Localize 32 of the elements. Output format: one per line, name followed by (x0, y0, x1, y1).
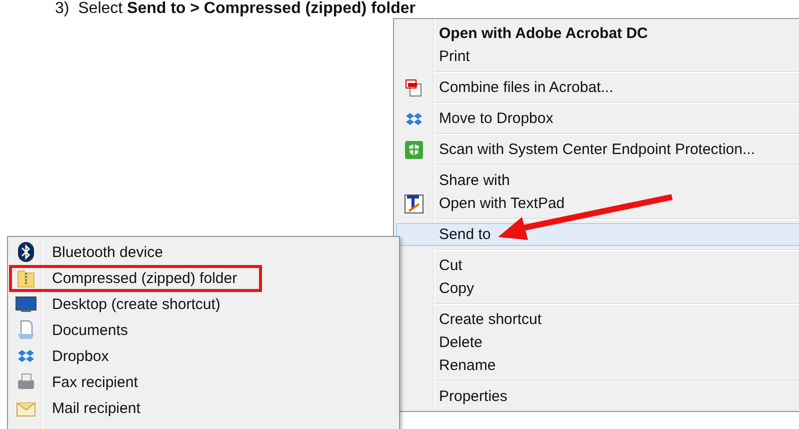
menu-item[interactable]: Move to Dropbox (396, 107, 799, 130)
submenu-item[interactable]: Compressed (zipped) folder (10, 265, 397, 291)
submenu-item[interactable]: Mail recipient (10, 395, 397, 421)
menu-item[interactable]: Scan with System Center Endpoint Protection... (396, 138, 799, 161)
menu-item[interactable]: Create shortcut (396, 308, 799, 331)
menu-item[interactable]: Combine files in Acrobat... (396, 76, 799, 99)
instruction-text: 3) Select Send to > Compressed (zipped) folder (54, 0, 416, 17)
menu-item[interactable]: Share with (396, 169, 799, 192)
menu-item[interactable]: Cut (396, 254, 799, 277)
submenu-item[interactable]: Fax recipient (10, 369, 397, 395)
submenu-item[interactable]: Bluetooth device (10, 239, 397, 265)
submenu-item[interactable]: Dropbox (10, 343, 397, 369)
submenu-item[interactable]: Documents (10, 317, 397, 343)
menu-item[interactable]: Print (396, 45, 799, 68)
pages-icon (404, 78, 424, 98)
submenu-item[interactable]: Desktop (create shortcut) (10, 291, 397, 317)
document-icon (16, 320, 36, 340)
menu-item[interactable]: Open with Adobe Acrobat DC (396, 22, 799, 45)
menu-item[interactable]: Properties (396, 385, 799, 408)
shield-icon (404, 140, 424, 160)
monitor-icon (15, 295, 37, 313)
box-icon (405, 112, 423, 126)
menu-item[interactable]: Rename (396, 354, 799, 377)
box-icon (17, 349, 35, 363)
menu-item[interactable]: Copy (396, 277, 799, 300)
menu-item[interactable]: Send to (396, 223, 799, 246)
menu-item[interactable]: Open with TextPad (396, 192, 799, 215)
zip-folder-icon (17, 268, 35, 288)
editor-icon (404, 194, 424, 214)
bluetooth-icon (18, 242, 34, 262)
fax-icon (16, 373, 36, 391)
menu-item[interactable]: Delete (396, 331, 799, 354)
